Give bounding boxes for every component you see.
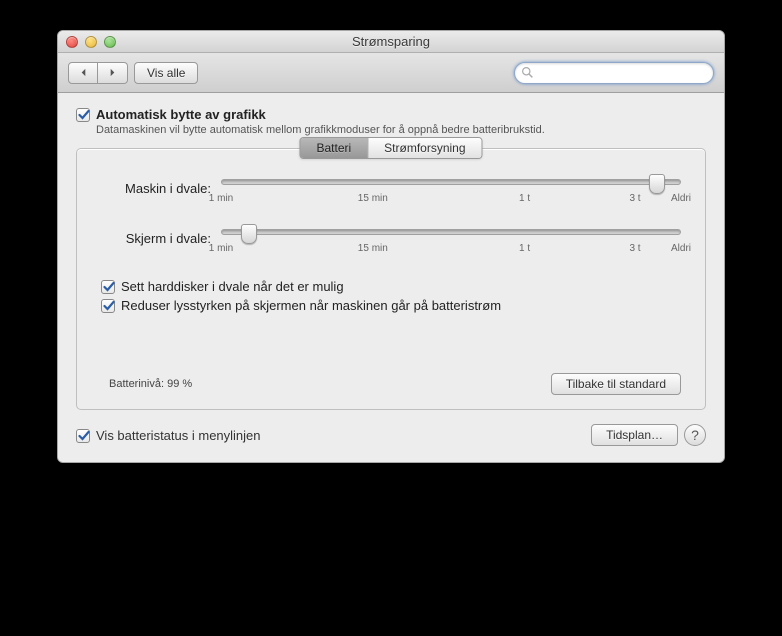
battery-level-text: Batterinivå: 99 % [109, 378, 192, 390]
tab-battery[interactable]: Batteri [300, 138, 367, 158]
display-sleep-thumb[interactable] [241, 224, 257, 244]
tab-power-adapter[interactable]: Strømforsyning [367, 138, 481, 158]
tick-label: 1 t [519, 193, 530, 204]
schedule-label: Tidsplan… [606, 428, 663, 442]
restore-defaults-label: Tilbake til standard [566, 377, 666, 391]
dim-display-row: Reduser lysstyrken på skjermen når maski… [101, 298, 681, 313]
show-all-label: Vis alle [147, 66, 185, 80]
auto-graphics-checkbox[interactable] [76, 108, 90, 122]
bottom-row: Vis batteristatus i menylinjen Tidsplan…… [76, 424, 706, 446]
tick-label: 1 min [209, 193, 233, 204]
titlebar: Strømsparing [58, 31, 724, 53]
settings-panel: Batteri Strømforsyning Maskin i dvale: 1… [76, 148, 706, 410]
display-sleep-label: Skjerm i dvale: [101, 229, 211, 246]
window-title: Strømsparing [58, 34, 724, 49]
menubar-status-label: Vis batteristatus i menylinjen [96, 428, 261, 443]
tick-label: Aldri [671, 243, 691, 254]
bottom-right: Tidsplan… ? [591, 424, 706, 446]
display-sleep-slider[interactable] [221, 229, 681, 235]
search-wrap [514, 62, 714, 84]
check-icon [103, 281, 115, 293]
computer-sleep-thumb[interactable] [649, 174, 665, 194]
chevron-right-icon [108, 68, 117, 77]
computer-sleep-slider[interactable] [221, 179, 681, 185]
auto-graphics-description: Datamaskinen vil bytte automatisk mellom… [96, 124, 706, 136]
back-button[interactable] [68, 62, 98, 84]
tick-label: 1 min [209, 243, 233, 254]
display-sleep-row: Skjerm i dvale: 1 min 15 min 1 t 3 t Ald… [101, 229, 681, 257]
hdd-sleep-checkbox[interactable] [101, 280, 115, 294]
preferences-window: Strømsparing Vis alle Automati [57, 30, 725, 463]
content: Automatisk bytte av grafikk Datamaskinen… [58, 93, 724, 462]
computer-sleep-row: Maskin i dvale: 1 min 15 min 1 t 3 t Ald… [101, 179, 681, 207]
display-sleep-slider-area: 1 min 15 min 1 t 3 t Aldri [221, 229, 681, 257]
computer-sleep-slider-area: 1 min 15 min 1 t 3 t Aldri [221, 179, 681, 207]
tick-label: Aldri [671, 193, 691, 204]
dim-display-checkbox[interactable] [101, 299, 115, 313]
hdd-sleep-label: Sett harddisker i dvale når det er mulig [121, 279, 344, 294]
search-input[interactable] [514, 62, 714, 84]
tick-label: 3 t [629, 243, 640, 254]
tick-label: 3 t [629, 193, 640, 204]
toolbar: Vis alle [58, 53, 724, 93]
check-icon [78, 109, 90, 121]
search-icon [521, 66, 534, 79]
forward-button[interactable] [98, 62, 128, 84]
tab-battery-label: Batteri [316, 141, 351, 155]
menubar-status-checkbox[interactable] [76, 429, 90, 443]
tab-power-label: Strømforsyning [384, 141, 465, 155]
question-icon: ? [691, 427, 699, 443]
computer-sleep-label: Maskin i dvale: [101, 179, 211, 196]
panel-bottom: Batterinivå: 99 % Tilbake til standard [101, 373, 681, 395]
display-sleep-ticks: 1 min 15 min 1 t 3 t Aldri [221, 243, 681, 257]
auto-graphics-row: Automatisk bytte av grafikk [76, 107, 706, 122]
hdd-sleep-row: Sett harddisker i dvale når det er mulig [101, 279, 681, 294]
restore-defaults-button[interactable]: Tilbake til standard [551, 373, 681, 395]
chevron-left-icon [79, 68, 88, 77]
computer-sleep-ticks: 1 min 15 min 1 t 3 t Aldri [221, 193, 681, 207]
check-icon [78, 430, 90, 442]
schedule-button[interactable]: Tidsplan… [591, 424, 678, 446]
show-all-button[interactable]: Vis alle [134, 62, 198, 84]
help-button[interactable]: ? [684, 424, 706, 446]
tick-label: 15 min [358, 243, 388, 254]
nav-segment [68, 62, 128, 84]
check-icon [103, 300, 115, 312]
dim-display-label: Reduser lysstyrken på skjermen når maski… [121, 298, 501, 313]
tick-label: 15 min [358, 193, 388, 204]
auto-graphics-label: Automatisk bytte av grafikk [96, 107, 266, 122]
tick-label: 1 t [519, 243, 530, 254]
tab-group: Batteri Strømforsyning [299, 137, 482, 159]
